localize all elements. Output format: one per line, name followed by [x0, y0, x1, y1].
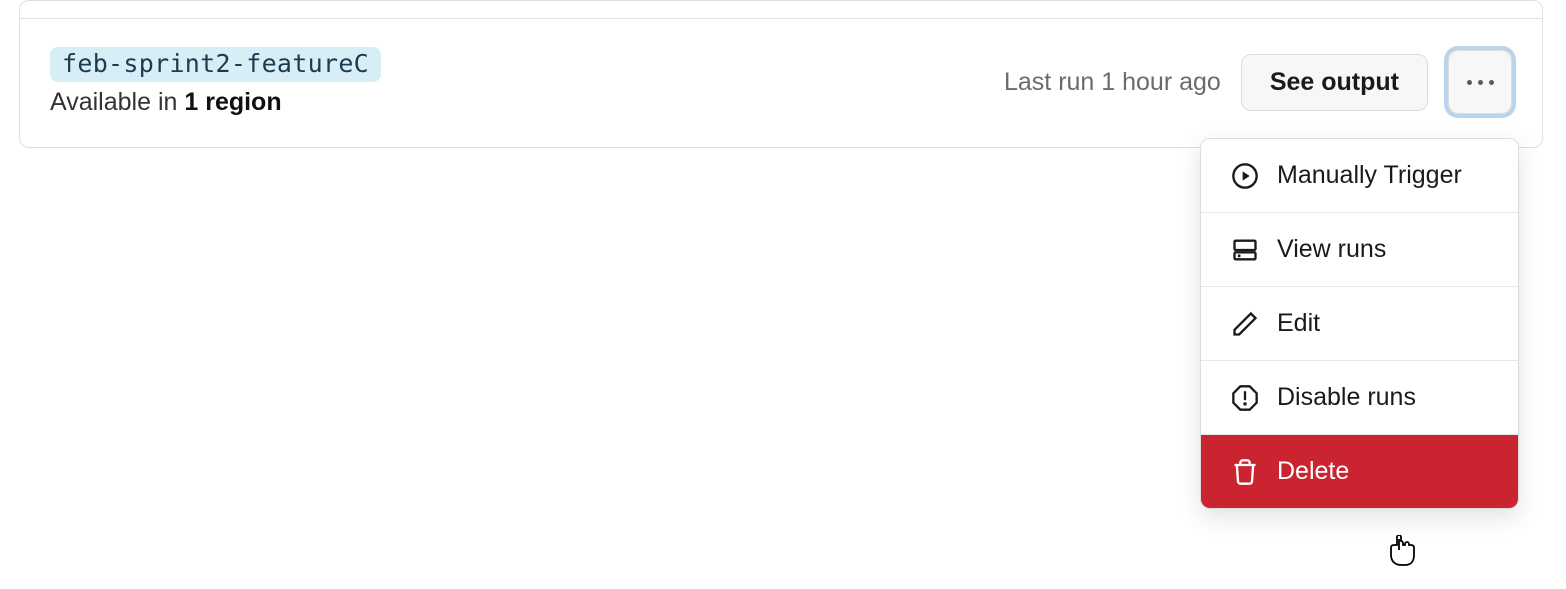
- job-tag: feb-sprint2-featureC: [50, 47, 381, 82]
- availability-count: 1 region: [184, 88, 281, 116]
- cursor-icon: [1388, 535, 1416, 567]
- card-left-content: feb-sprint2-featureC Available in 1 regi…: [50, 47, 381, 117]
- actions-dropdown: Manually Trigger View runs Edit Disable …: [1200, 138, 1519, 509]
- menu-item-disable-runs[interactable]: Disable runs: [1201, 361, 1518, 435]
- card-right-controls: Last run 1 hour ago See output: [1004, 50, 1512, 114]
- pencil-icon: [1231, 310, 1259, 338]
- server-icon: [1231, 236, 1259, 264]
- last-run-text: Last run 1 hour ago: [1004, 68, 1221, 97]
- menu-item-label: Manually Trigger: [1277, 161, 1462, 190]
- ellipsis-icon: [1467, 80, 1494, 85]
- menu-item-label: Disable runs: [1277, 383, 1416, 412]
- menu-item-delete[interactable]: Delete: [1201, 435, 1518, 508]
- trash-icon: [1231, 458, 1259, 486]
- card-top-divider: [20, 1, 1542, 19]
- menu-item-label: View runs: [1277, 235, 1386, 264]
- menu-item-label: Edit: [1277, 309, 1320, 338]
- see-output-button[interactable]: See output: [1241, 54, 1428, 111]
- availability-prefix: Available in: [50, 88, 184, 116]
- play-circle-icon: [1231, 162, 1259, 190]
- menu-item-edit[interactable]: Edit: [1201, 287, 1518, 361]
- more-actions-button[interactable]: [1448, 50, 1512, 114]
- card-row: feb-sprint2-featureC Available in 1 regi…: [20, 19, 1542, 147]
- menu-item-label: Delete: [1277, 457, 1349, 486]
- menu-item-view-runs[interactable]: View runs: [1201, 213, 1518, 287]
- alert-octagon-icon: [1231, 384, 1259, 412]
- job-card: feb-sprint2-featureC Available in 1 regi…: [19, 0, 1543, 148]
- availability-text: Available in 1 region: [50, 88, 381, 117]
- menu-item-manually-trigger[interactable]: Manually Trigger: [1201, 139, 1518, 213]
